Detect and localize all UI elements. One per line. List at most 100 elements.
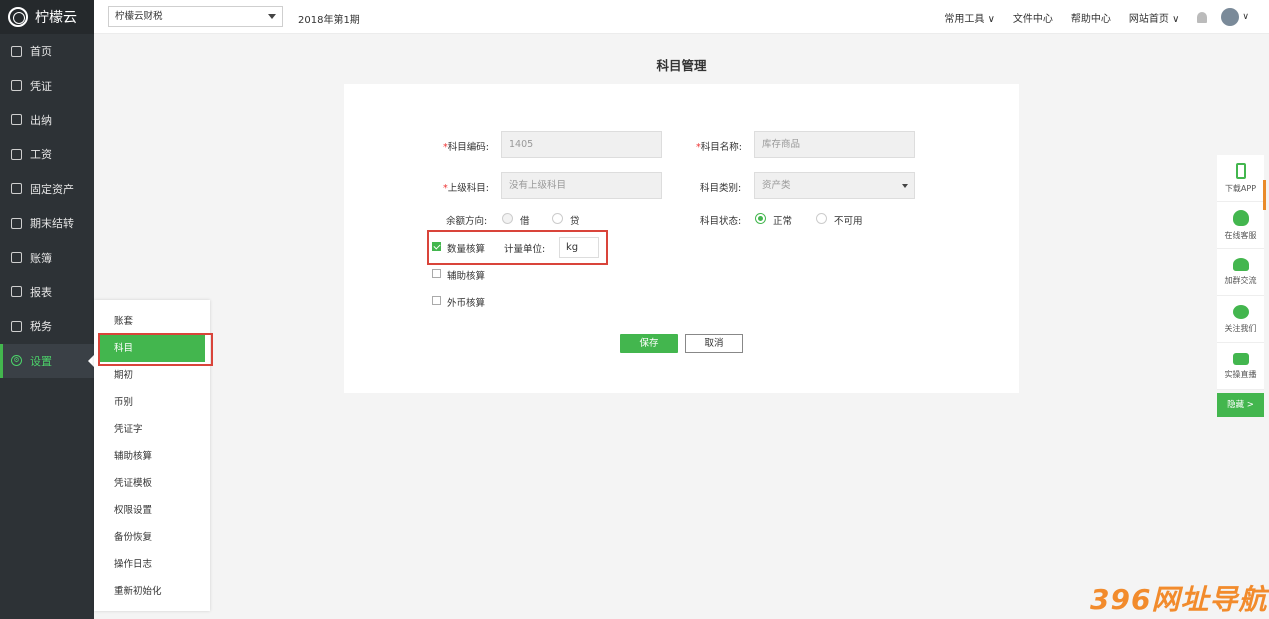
category-select-value: 资产类 — [762, 180, 791, 191]
scrollbar-thumb[interactable] — [1263, 180, 1266, 210]
right-float-panel: 下载APP 在线客服 加群交流 关注我们 实操直播 隐藏 > — [1217, 155, 1264, 417]
name-field[interactable]: 库存商品 — [754, 131, 915, 158]
chevron-down-icon[interactable]: ∨ — [1242, 12, 1249, 22]
current-period: 2018年第1期 — [298, 15, 360, 26]
sidebar-item-label: 报表 — [30, 285, 52, 299]
submenu-item-reinitialize[interactable]: 重新初始化 — [99, 578, 205, 605]
org-select[interactable]: 柠檬云财税 — [108, 6, 283, 27]
submenu-item-permissions[interactable]: 权限设置 — [99, 497, 205, 524]
parent-field[interactable]: 没有上级科目 — [501, 172, 662, 199]
submenu-item-account-set[interactable]: 账套 — [99, 308, 205, 335]
tax-icon — [11, 320, 22, 332]
sidebar-item-tax[interactable]: 税务 — [0, 309, 94, 343]
status-label: 科目状态: — [700, 216, 742, 227]
sidebar-item-reports[interactable]: 报表 — [0, 275, 94, 309]
calendar-icon — [11, 217, 22, 229]
aux-label: 辅助核算 — [447, 271, 486, 282]
follow-us-button[interactable]: 关注我们 — [1217, 296, 1264, 343]
logo-text: 柠檬云 — [35, 10, 77, 26]
submenu-item-backup[interactable]: 备份恢复 — [99, 524, 205, 551]
top-links: 常用工具 ∨ 文件中心 帮助中心 网站首页 ∨ ∨ — [944, 0, 1269, 34]
online-service-label: 在线客服 — [1224, 230, 1257, 240]
live-training-label: 实操直播 — [1224, 369, 1257, 379]
sidebar-item-label: 设置 — [30, 354, 52, 368]
unit-label: 计量单位: — [504, 244, 546, 255]
fx-label: 外币核算 — [447, 298, 486, 309]
sidebar-item-salary[interactable]: 工资 — [0, 137, 94, 171]
submenu-item-voucher-word[interactable]: 凭证字 — [99, 416, 205, 443]
chevron-down-icon — [902, 184, 908, 191]
sidebar-item-settings[interactable]: ⚙ 设置 — [0, 343, 94, 379]
website-home-menu[interactable]: 网站首页 ∨ — [1129, 10, 1180, 25]
qq-icon — [1232, 209, 1249, 226]
online-service-button[interactable]: 在线客服 — [1217, 202, 1264, 249]
join-group-label: 加群交流 — [1224, 276, 1257, 285]
submenu-item-operation-log[interactable]: 操作日志 — [99, 551, 205, 578]
sidebar-item-label: 凭证 — [30, 79, 52, 93]
quantity-label: 数量核算 — [447, 244, 486, 255]
gear-icon: ⚙ — [11, 355, 22, 367]
tools-menu[interactable]: 常用工具 ∨ — [944, 10, 995, 25]
direction-credit-label: 贷 — [570, 216, 580, 227]
sidebar-item-ledger[interactable]: 账簿 — [0, 240, 94, 274]
group-icon — [1232, 258, 1249, 271]
fx-checkbox[interactable] — [432, 296, 441, 305]
topbar: 柠檬云财税 2018年第1期 常用工具 ∨ 文件中心 帮助中心 网站首页 ∨ ∨ — [94, 0, 1269, 34]
direction-debit-radio[interactable] — [502, 213, 513, 224]
subject-form-card: *科目编码: 1405 *科目名称: 库存商品 *上级科目: 没有上级科目 科目… — [344, 84, 1019, 393]
wechat-icon — [1232, 304, 1249, 319]
submenu-item-aux-accounting[interactable]: 辅助核算 — [99, 443, 205, 470]
cashier-icon — [11, 114, 22, 126]
direction-debit-label: 借 — [520, 216, 530, 227]
status-normal-label: 正常 — [773, 216, 793, 227]
name-label: *科目名称: — [696, 142, 742, 153]
sidebar-item-label: 工资 — [30, 148, 52, 162]
phone-icon — [1235, 162, 1246, 179]
code-label: *科目编码: — [443, 142, 489, 153]
follow-us-label: 关注我们 — [1224, 323, 1257, 333]
report-icon — [11, 286, 22, 298]
sidebar-item-cashier[interactable]: 出纳 — [0, 103, 94, 137]
submenu-item-voucher-template[interactable]: 凭证模板 — [99, 470, 205, 497]
subjects-highlight-box — [98, 333, 213, 366]
avatar[interactable] — [1221, 8, 1240, 26]
hide-panel-button[interactable]: 隐藏 > — [1217, 393, 1264, 417]
sidebar-item-label: 出纳 — [30, 113, 52, 127]
file-center-link[interactable]: 文件中心 — [1013, 10, 1053, 25]
submenu-item-opening[interactable]: 期初 — [99, 362, 205, 389]
salary-icon — [11, 148, 22, 160]
sidebar-item-period-close[interactable]: 期末结转 — [0, 206, 94, 240]
cancel-button[interactable]: 取消 — [685, 334, 743, 353]
save-button[interactable]: 保存 — [620, 334, 678, 353]
ledger-icon — [11, 252, 22, 264]
org-select-value: 柠檬云财税 — [115, 11, 163, 22]
live-icon — [1232, 352, 1249, 365]
sidebar-item-label: 账簿 — [30, 251, 52, 265]
voucher-icon — [11, 80, 22, 92]
sidebar-item-label: 期末结转 — [30, 217, 74, 231]
help-center-link[interactable]: 帮助中心 — [1071, 10, 1111, 25]
status-disabled-label: 不可用 — [834, 216, 863, 227]
asset-icon — [11, 183, 22, 195]
join-group-button[interactable]: 加群交流 — [1217, 249, 1264, 296]
submenu-item-currency[interactable]: 币别 — [99, 389, 205, 416]
category-label: 科目类别: — [700, 183, 742, 194]
logo-icon — [8, 7, 28, 27]
direction-label: 余额方向: — [446, 216, 488, 227]
status-disabled-radio[interactable] — [816, 213, 827, 224]
quantity-checkbox[interactable] — [432, 242, 441, 251]
direction-credit-radio[interactable] — [552, 213, 563, 224]
sidebar-item-assets[interactable]: 固定资产 — [0, 172, 94, 206]
code-field[interactable]: 1405 — [501, 131, 662, 158]
logo[interactable]: 柠檬云 — [0, 0, 94, 34]
live-training-button[interactable]: 实操直播 — [1217, 343, 1264, 390]
unit-field[interactable]: kg — [559, 237, 599, 258]
watermark: 396网址导航 — [1090, 583, 1268, 616]
bell-icon[interactable] — [1197, 11, 1208, 23]
aux-checkbox[interactable] — [432, 269, 441, 278]
page-title: 科目管理 — [656, 58, 707, 73]
status-normal-radio[interactable] — [755, 213, 766, 224]
download-app-button[interactable]: 下载APP — [1217, 155, 1264, 202]
download-app-label: 下载APP — [1224, 183, 1257, 193]
category-select[interactable]: 资产类 — [754, 172, 915, 199]
